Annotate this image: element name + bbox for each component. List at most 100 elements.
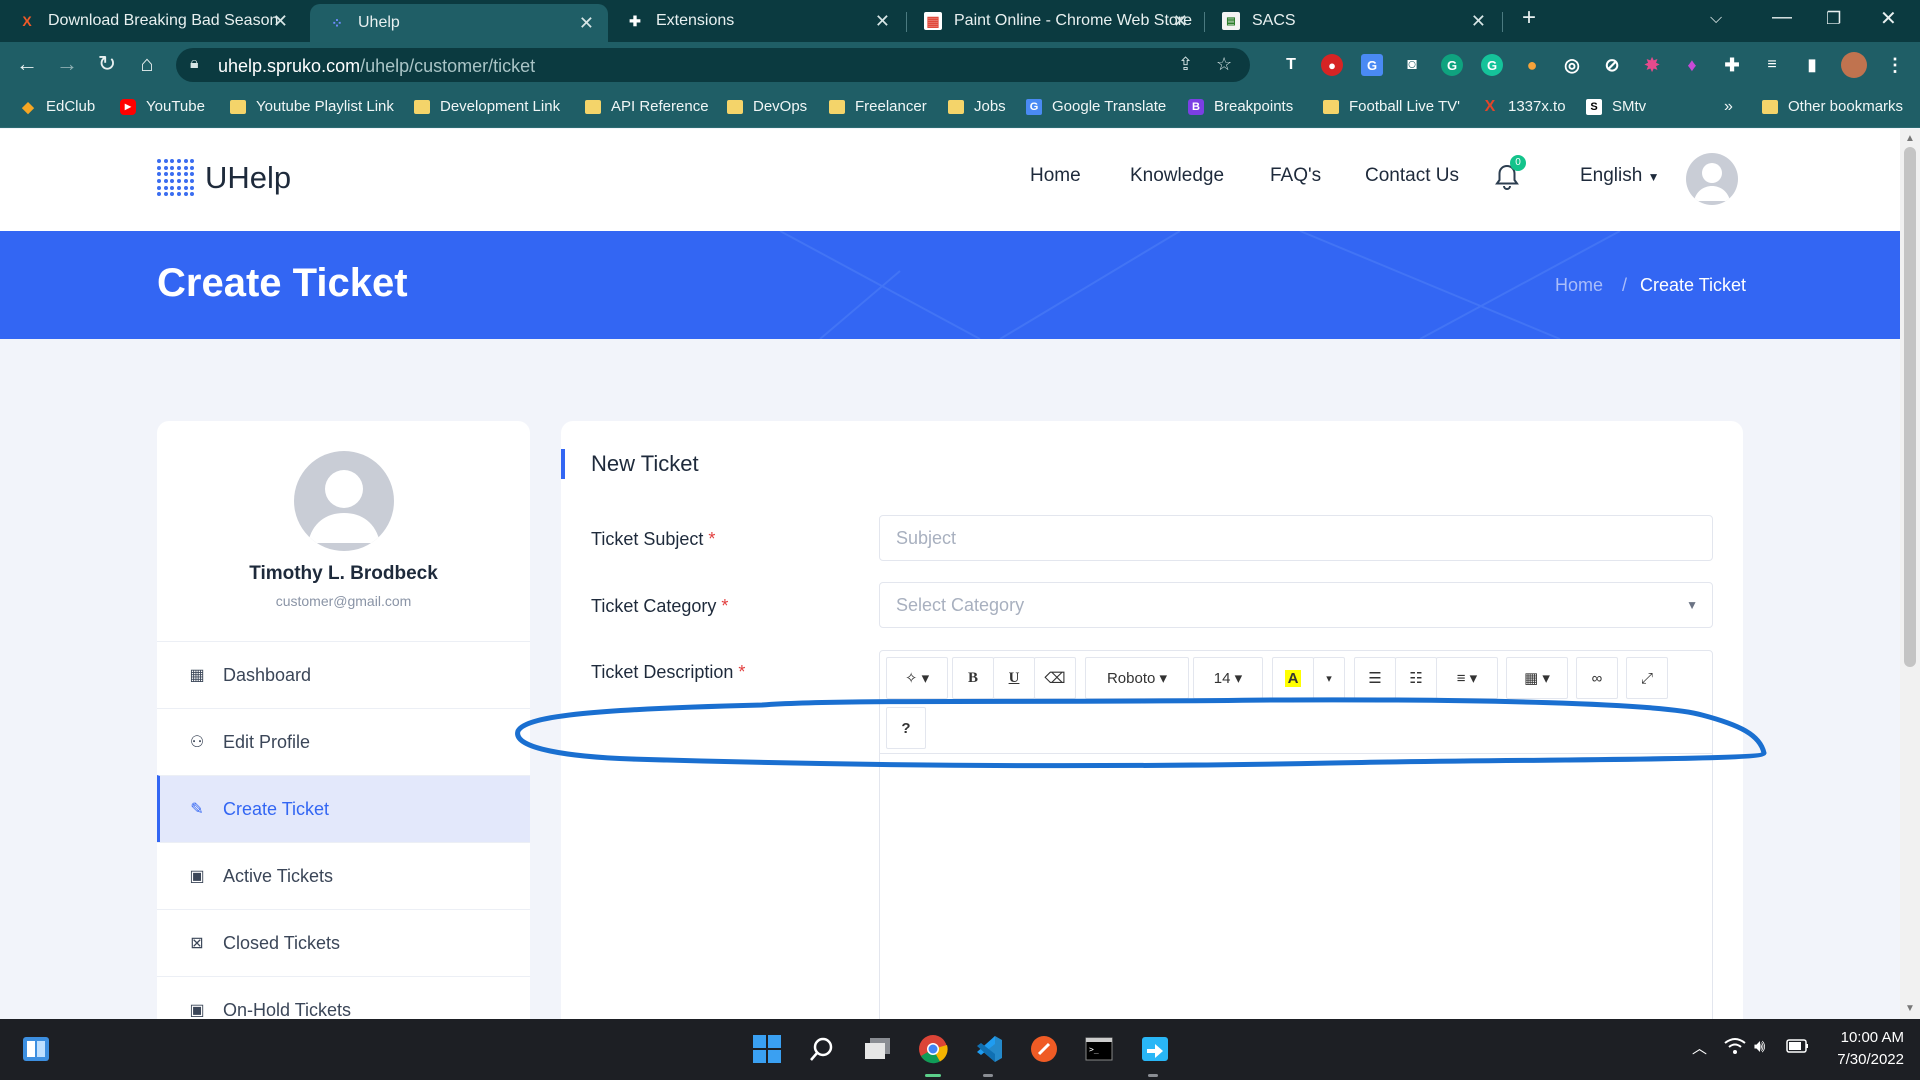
extension-translate-icon[interactable]: T: [1280, 54, 1302, 76]
scrollbar-thumb[interactable]: [1904, 147, 1916, 667]
extension-target-icon[interactable]: ◎: [1561, 54, 1583, 76]
wifi-icon[interactable]: [1724, 1037, 1746, 1059]
text-color-icon[interactable]: A: [1272, 657, 1314, 699]
underline-button[interactable]: U: [993, 657, 1035, 699]
chrome-icon[interactable]: [917, 1033, 949, 1065]
browser-menu-icon[interactable]: ⋮: [1884, 54, 1906, 76]
tray-overflow-icon[interactable]: ︿: [1692, 1037, 1707, 1058]
ticket-subject-input[interactable]: Subject: [879, 515, 1713, 561]
bookmark-jobs[interactable]: Jobs: [948, 98, 1006, 115]
bookmark-youtube-playlist[interactable]: Youtube Playlist Link: [230, 98, 394, 115]
eraser-icon[interactable]: ⌫: [1034, 657, 1076, 699]
bookmark-smtv[interactable]: S SMtv: [1586, 98, 1646, 115]
page-scrollbar[interactable]: ▲ ▼: [1900, 129, 1920, 1019]
minimize-icon[interactable]: —: [1772, 6, 1792, 29]
close-tab-icon[interactable]: ✕: [875, 11, 890, 32]
close-tab-icon[interactable]: ✕: [1173, 11, 1188, 32]
forward-icon[interactable]: →: [52, 51, 82, 77]
profile-avatar-icon[interactable]: [1841, 52, 1867, 78]
notifications-bell-icon[interactable]: 0: [1494, 155, 1526, 198]
fullscreen-icon[interactable]: ⤢: [1626, 657, 1668, 699]
app-icon[interactable]: [1139, 1033, 1171, 1065]
sidebar-item-active-tickets[interactable]: ▣ Active Tickets: [157, 842, 530, 909]
nav-knowledge[interactable]: Knowledge: [1130, 165, 1224, 187]
bookmark-api-reference[interactable]: API Reference: [585, 98, 709, 115]
sidebar-item-closed-tickets[interactable]: ⊠ Closed Tickets: [157, 909, 530, 976]
clock-date[interactable]: 7/30/2022: [1824, 1051, 1904, 1068]
restore-icon[interactable]: ❐: [1826, 9, 1841, 29]
bookmark-breakpoints[interactable]: B Breakpoints: [1188, 98, 1293, 115]
description-editor[interactable]: ✧ ▾ B U ⌫ Roboto ▾ 14 ▾ A ▾ ☰ ☷ ≡ ▾ ▦ ▾ …: [879, 650, 1713, 1019]
share-icon[interactable]: ⇪: [1178, 54, 1193, 75]
tab-sacs[interactable]: ▤ SACS ✕: [1204, 0, 1500, 42]
bookmark-youtube[interactable]: ▶ YouTube: [120, 98, 205, 115]
font-family-dropdown[interactable]: Roboto ▾: [1085, 657, 1189, 699]
bookmark-google-translate[interactable]: G Google Translate: [1026, 98, 1166, 115]
bookmark-edclub[interactable]: ◆ EdClub: [20, 98, 95, 116]
extension-grammarly-icon[interactable]: G: [1481, 54, 1503, 76]
bookmark-other-bookmarks[interactable]: Other bookmarks: [1762, 98, 1903, 115]
nav-contact-us[interactable]: Contact Us: [1365, 165, 1459, 187]
sidebar-item-edit-profile[interactable]: ⚇ Edit Profile: [157, 708, 530, 775]
side-panel-icon[interactable]: ▮: [1801, 54, 1823, 76]
search-icon[interactable]: [806, 1033, 838, 1065]
back-icon[interactable]: ←: [12, 51, 42, 77]
extension-camera-icon[interactable]: ◙: [1401, 54, 1423, 76]
reload-icon[interactable]: ↻: [92, 51, 122, 77]
home-icon[interactable]: ⌂: [132, 51, 162, 77]
bullet-list-icon[interactable]: ☰: [1354, 657, 1396, 699]
bookmark-devops[interactable]: DevOps: [727, 98, 807, 115]
ticket-category-select[interactable]: Select Category ▼: [879, 582, 1713, 628]
align-dropdown-icon[interactable]: ≡ ▾: [1436, 657, 1498, 699]
extension-ball-icon[interactable]: ●: [1521, 54, 1543, 76]
extension-colorwheel-icon[interactable]: ✸: [1641, 54, 1663, 76]
task-view-icon[interactable]: [862, 1033, 894, 1065]
bookmark-development-link[interactable]: Development Link: [414, 98, 560, 115]
tab-extensions[interactable]: ✚ Extensions ✕: [608, 0, 904, 42]
table-dropdown-icon[interactable]: ▦ ▾: [1506, 657, 1568, 699]
scroll-down-icon[interactable]: ▼: [1905, 1003, 1915, 1014]
sidebar-item-dashboard[interactable]: ▦ Dashboard: [157, 641, 530, 708]
battery-icon[interactable]: [1786, 1036, 1810, 1060]
magic-style-icon[interactable]: ✧ ▾: [886, 657, 948, 699]
link-icon[interactable]: ∞: [1576, 657, 1618, 699]
font-size-dropdown[interactable]: 14 ▾: [1193, 657, 1263, 699]
sidebar-item-create-ticket[interactable]: ✎ Create Ticket: [157, 775, 530, 842]
volume-icon[interactable]: 🔊︎: [1754, 1036, 1765, 1057]
bookmark-star-icon[interactable]: ☆: [1216, 54, 1232, 75]
close-tab-icon[interactable]: ✕: [579, 13, 594, 34]
help-button[interactable]: ?: [886, 707, 926, 749]
nav-home[interactable]: Home: [1030, 165, 1081, 187]
widgets-icon[interactable]: [20, 1033, 52, 1065]
bookmarks-overflow-button[interactable]: »: [1724, 98, 1733, 116]
tab-search-chevron-icon[interactable]: ⌵: [1710, 10, 1722, 28]
user-avatar[interactable]: [1686, 153, 1738, 205]
extension-compass-icon[interactable]: ⊘: [1601, 54, 1623, 76]
extension-g-icon[interactable]: G: [1441, 54, 1463, 76]
extension-adblock-icon[interactable]: ●: [1321, 54, 1343, 76]
clock-time[interactable]: 10:00 AM: [1824, 1029, 1904, 1046]
extension-drop-icon[interactable]: ♦: [1681, 54, 1703, 76]
sidebar-item-on-hold-tickets[interactable]: ▣ On-Hold Tickets: [157, 976, 530, 1019]
close-window-icon[interactable]: ✕: [1880, 6, 1897, 31]
tab-breaking-bad[interactable]: X Download Breaking Bad Season ✕: [0, 0, 302, 42]
media-queue-icon[interactable]: ≡: [1761, 54, 1783, 76]
new-tab-button[interactable]: +: [1522, 4, 1536, 32]
terminal-icon[interactable]: >_: [1083, 1033, 1115, 1065]
extensions-puzzle-icon[interactable]: ✚: [1721, 54, 1743, 76]
language-dropdown[interactable]: English ▼: [1580, 165, 1660, 187]
bookmark-freelancer[interactable]: Freelancer: [829, 98, 927, 115]
bookmark-1337x[interactable]: X 1337x.to: [1482, 98, 1566, 116]
start-icon[interactable]: [751, 1033, 783, 1065]
close-tab-icon[interactable]: ✕: [1471, 11, 1486, 32]
tab-paint-online[interactable]: ▦ Paint Online - Chrome Web Store ✕: [906, 0, 1202, 42]
numbered-list-icon[interactable]: ☷: [1395, 657, 1437, 699]
vscode-icon[interactable]: [973, 1033, 1005, 1065]
bold-button[interactable]: B: [952, 657, 994, 699]
color-dropdown-icon[interactable]: ▾: [1313, 657, 1345, 699]
address-url[interactable]: uhelp.spruko.com/uhelp/customer/ticket: [218, 56, 535, 77]
close-tab-icon[interactable]: ✕: [273, 11, 288, 32]
address-bar[interactable]: 🔒︎ uhelp.spruko.com/uhelp/customer/ticke…: [176, 48, 1250, 82]
breadcrumb-home[interactable]: Home: [1555, 275, 1603, 296]
site-logo[interactable]: UHelp: [157, 159, 291, 197]
